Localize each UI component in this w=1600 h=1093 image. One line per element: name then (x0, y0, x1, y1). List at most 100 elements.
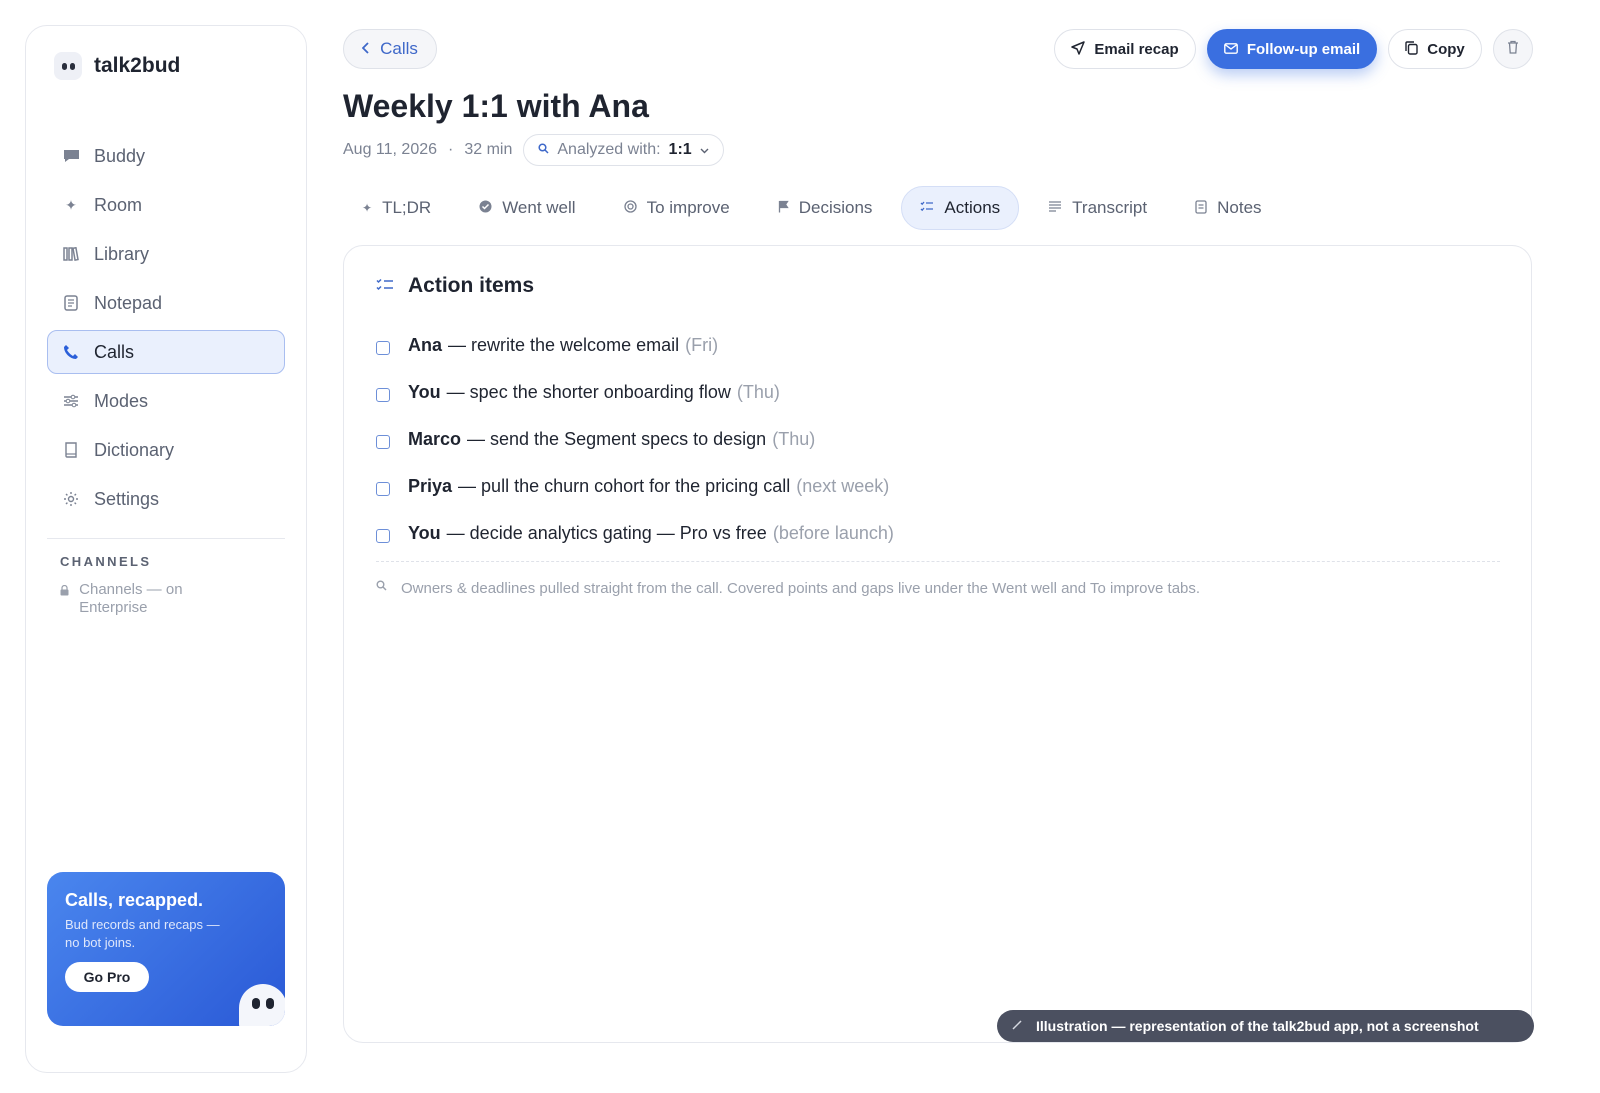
tab-actions[interactable]: Actions (901, 186, 1020, 230)
checkbox[interactable] (376, 528, 390, 543)
sidebar-item-label: Calls (94, 341, 135, 362)
panel-header: Action items (376, 274, 534, 298)
email-recap-button[interactable]: Email recap (1054, 29, 1196, 69)
action-owner: You (408, 523, 441, 543)
email-recap-label: Email recap (1094, 40, 1179, 58)
sidebar-item-library[interactable]: Library (47, 232, 285, 276)
call-duration: 32 min (464, 141, 513, 158)
tab-label: Decisions (798, 198, 873, 217)
action-task: — spec the shorter onboarding flow (446, 382, 731, 402)
action-deadline: (before launch) (772, 523, 894, 543)
checkbox[interactable] (376, 387, 390, 402)
tab-label: Actions (944, 198, 1001, 217)
tab-label: TL;DR (382, 198, 432, 217)
action-deadline: (Thu) (772, 429, 816, 449)
upgrade-promo: Calls, recapped. Bud records and recaps … (47, 872, 285, 1026)
tab-to-improve[interactable]: To improve (605, 186, 749, 230)
sidebar-item-notepad[interactable]: Notepad (47, 281, 285, 325)
book-icon (62, 441, 80, 459)
send-icon (1071, 40, 1086, 58)
action-item: Ana — rewrite the welcome email (Fri) (376, 322, 894, 369)
sliders-icon (62, 392, 80, 410)
tab-notes[interactable]: Notes (1176, 186, 1280, 230)
flag-icon (778, 200, 789, 216)
copy-icon (1405, 40, 1418, 58)
tab-tldr[interactable]: ✦ TL;DR (343, 186, 450, 230)
search-icon (376, 580, 387, 597)
panel-title: Action items (408, 274, 535, 297)
action-owner: You (408, 382, 441, 402)
tab-label: Went well (502, 198, 576, 217)
tab-label: To improve (646, 198, 730, 217)
action-items-list: Ana — rewrite the welcome email (Fri) Yo… (376, 322, 894, 557)
action-task: — pull the churn cohort for the pricing … (458, 476, 791, 496)
sidebar-item-label: Settings (94, 488, 160, 509)
delete-button[interactable] (1493, 29, 1533, 69)
action-item: Priya — pull the churn cohort for the pr… (376, 463, 894, 510)
analyzed-label: Analyzed with: (557, 141, 661, 158)
follow-up-email-button[interactable]: Follow-up email (1207, 29, 1377, 69)
sidebar-item-calls[interactable]: Calls (47, 330, 285, 374)
promo-title: Calls, recapped. (65, 890, 204, 910)
lock-icon (60, 584, 69, 617)
tab-went-well[interactable]: Went well (460, 186, 594, 230)
promo-text: Bud records and recaps — no bot joins. (65, 917, 220, 950)
sidebar-item-room[interactable]: ✦ Room (47, 183, 285, 227)
back-to-calls-button[interactable]: Calls (343, 29, 437, 69)
tab-label: Transcript (1072, 198, 1148, 217)
notepad-icon (62, 294, 80, 312)
checkbox[interactable] (376, 434, 390, 449)
tab-label: Notes (1217, 198, 1262, 217)
analyzed-with-dropdown[interactable]: Analyzed with: 1:1 (523, 134, 724, 166)
sidebar-item-label: Room (94, 194, 143, 215)
sidebar-item-label: Buddy (94, 145, 146, 166)
checkbox[interactable] (376, 340, 390, 355)
action-owner: Priya (408, 476, 453, 496)
checklist-icon (920, 201, 934, 216)
action-owner: Marco (408, 429, 462, 449)
action-task: — send the Segment specs to design (467, 429, 767, 449)
sidebar: talk2bud Buddy ✦ Room Library Notepad Ca… (25, 25, 307, 1073)
check-circle-icon (479, 200, 492, 216)
actions-footnote: Owners & deadlines pulled straight from … (376, 580, 1200, 597)
sidebar-item-buddy[interactable]: Buddy (47, 134, 285, 178)
action-item: You — spec the shorter onboarding flow (… (376, 369, 894, 416)
tab-transcript[interactable]: Transcript (1029, 186, 1166, 230)
sidebar-item-dictionary[interactable]: Dictionary (47, 428, 285, 472)
trash-icon (1507, 40, 1519, 59)
actions-panel: Action items Ana — rewrite the welcome e… (343, 245, 1532, 1043)
phone-icon (62, 343, 80, 361)
sparkle-icon: ✦ (65, 196, 77, 213)
sidebar-item-label: Notepad (94, 292, 163, 313)
mail-icon (1223, 42, 1238, 57)
action-task: — rewrite the welcome email (448, 335, 680, 355)
toast-text: Illustration — representation of the tal… (1036, 1018, 1479, 1034)
copy-button[interactable]: Copy (1388, 29, 1482, 69)
note-icon (1195, 199, 1207, 217)
analyzed-value: 1:1 (668, 141, 692, 158)
separator-dot: · (448, 141, 454, 158)
gear-icon (62, 490, 80, 508)
checkbox[interactable] (376, 481, 390, 496)
library-icon (62, 245, 80, 263)
action-deadline: (next week) (796, 476, 890, 496)
sidebar-item-label: Dictionary (94, 439, 175, 460)
page-title: Weekly 1:1 with Ana (343, 88, 649, 124)
action-task: — decide analytics gating — Pro vs free (446, 523, 767, 543)
ghost-mascot-icon (239, 984, 285, 1026)
back-label: Calls (380, 39, 418, 58)
sidebar-item-modes[interactable]: Modes (47, 379, 285, 423)
search-icon (538, 143, 549, 157)
wand-icon (1012, 1019, 1023, 1033)
call-date: Aug 11, 2026 (343, 141, 438, 158)
brand-name: talk2bud (94, 54, 181, 77)
tab-decisions[interactable]: Decisions (759, 186, 892, 230)
sidebar-item-label: Modes (94, 390, 149, 411)
channels-note-text: Channels — on Enterprise (79, 581, 183, 616)
sidebar-item-settings[interactable]: Settings (47, 477, 285, 521)
sidebar-item-label: Library (94, 243, 150, 264)
chevron-down-icon (700, 141, 709, 159)
brand[interactable]: talk2bud (54, 52, 180, 80)
go-pro-button[interactable]: Go Pro (65, 962, 149, 992)
action-owner: Ana (408, 335, 443, 355)
